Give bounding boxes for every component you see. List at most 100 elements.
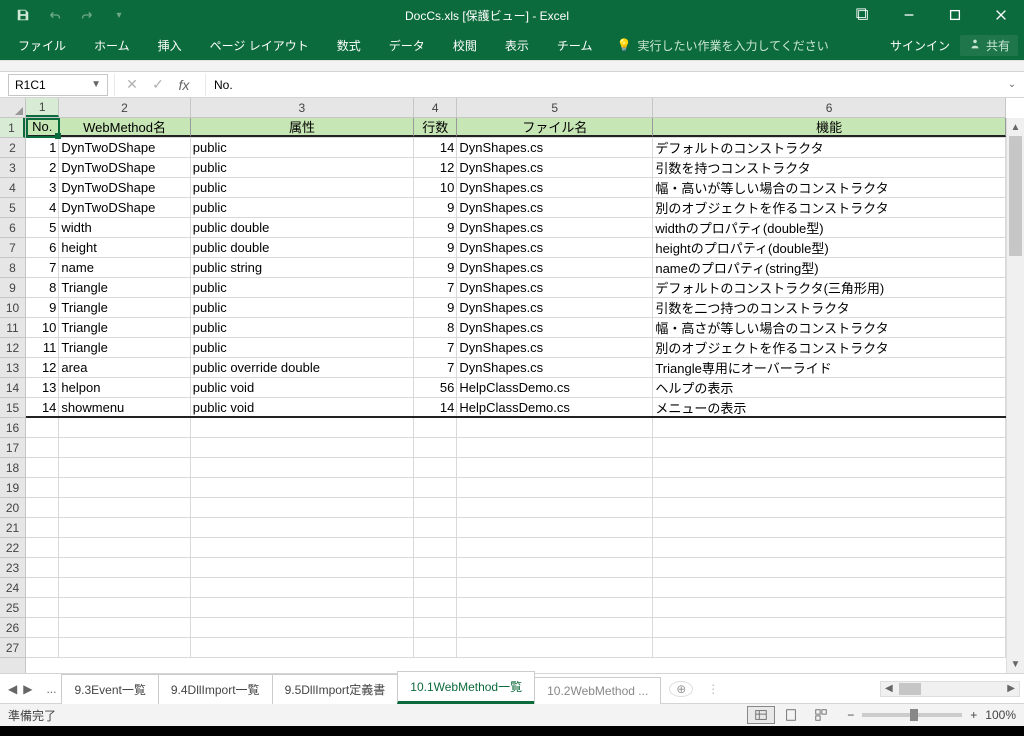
cell[interactable]: DynTwoDShape [59, 178, 190, 197]
cell[interactable] [59, 478, 190, 497]
sheet-nav[interactable]: ◀▶ [0, 682, 40, 696]
cell[interactable] [414, 498, 457, 517]
cell[interactable] [653, 478, 1006, 497]
cell[interactable]: WebMethod名 [59, 118, 190, 137]
cell[interactable] [191, 638, 414, 657]
cell[interactable]: 別のオブジェクトを作るコンストラクタ [653, 198, 1006, 217]
formula-expand-button[interactable]: ⌄ [1000, 79, 1024, 90]
cell[interactable]: 属性 [191, 118, 414, 137]
cell[interactable]: 7 [26, 258, 59, 277]
cell[interactable] [191, 518, 414, 537]
col-header[interactable]: 3 [191, 98, 414, 117]
row-header[interactable]: 2 [0, 138, 25, 158]
zoom-out-button[interactable]: − [847, 708, 854, 722]
cell[interactable] [59, 538, 190, 557]
cell[interactable]: 2 [26, 158, 59, 177]
cell[interactable] [26, 458, 59, 477]
close-button[interactable] [978, 0, 1024, 30]
cell[interactable]: Triangle [59, 338, 190, 357]
cell[interactable]: 14 [414, 398, 457, 416]
cell[interactable] [26, 418, 59, 437]
undo-button[interactable] [40, 0, 70, 30]
row-header[interactable]: 11 [0, 318, 25, 338]
cell[interactable]: Triangle専用にオーバーライド [653, 358, 1006, 377]
cell[interactable]: 幅・高いが等しい場合のコンストラクタ [653, 178, 1006, 197]
cell[interactable] [457, 578, 653, 597]
cell[interactable] [653, 638, 1006, 657]
cell[interactable]: 9 [414, 238, 457, 257]
sheet-tab[interactable]: 10.2WebMethod ... [534, 677, 661, 704]
cell[interactable] [59, 498, 190, 517]
scroll-down-button[interactable]: ▼ [1007, 655, 1024, 673]
tab-formula[interactable]: 数式 [325, 31, 373, 60]
col-header[interactable]: 6 [653, 98, 1006, 117]
tab-data[interactable]: データ [377, 31, 437, 60]
row-header[interactable]: 24 [0, 578, 25, 598]
cell[interactable]: 12 [414, 158, 457, 177]
cell[interactable]: name [59, 258, 190, 277]
cell[interactable] [414, 458, 457, 477]
cell[interactable] [414, 638, 457, 657]
cell[interactable] [26, 618, 59, 637]
cell[interactable]: 9 [414, 218, 457, 237]
cell[interactable] [414, 518, 457, 537]
row-header[interactable]: 20 [0, 498, 25, 518]
cell[interactable] [414, 438, 457, 457]
row-header[interactable]: 26 [0, 618, 25, 638]
cell[interactable]: 7 [414, 358, 457, 377]
signin-link[interactable]: サインイン [890, 37, 950, 54]
cell[interactable] [59, 558, 190, 577]
cell[interactable]: ヘルプの表示 [653, 378, 1006, 397]
name-box[interactable]: ▼ [8, 74, 108, 96]
tab-file[interactable]: ファイル [6, 31, 78, 60]
cell[interactable] [457, 598, 653, 617]
cell[interactable] [653, 558, 1006, 577]
name-box-input[interactable] [15, 78, 75, 92]
cell[interactable] [26, 598, 59, 617]
row-header[interactable]: 10 [0, 298, 25, 318]
cell[interactable] [653, 418, 1006, 437]
cell[interactable]: DynShapes.cs [457, 278, 653, 297]
cell[interactable] [414, 538, 457, 557]
cell[interactable]: DynShapes.cs [457, 158, 653, 177]
cell[interactable] [457, 538, 653, 557]
save-button[interactable] [8, 0, 38, 30]
cell[interactable] [653, 438, 1006, 457]
cell[interactable] [26, 638, 59, 657]
zoom-slider-knob[interactable] [910, 709, 918, 721]
cells-area[interactable]: No.WebMethod名属性行数ファイル名機能1DynTwoDShapepub… [26, 118, 1006, 673]
cell[interactable]: public [191, 338, 414, 357]
cell[interactable]: 3 [26, 178, 59, 197]
cell[interactable]: DynShapes.cs [457, 198, 653, 217]
cell[interactable] [457, 478, 653, 497]
cell[interactable]: widthのプロパティ(double型) [653, 218, 1006, 237]
cell[interactable]: Triangle [59, 278, 190, 297]
cell[interactable] [26, 578, 59, 597]
cell[interactable] [59, 518, 190, 537]
select-all-corner[interactable] [0, 98, 26, 118]
view-pagebreak-button[interactable] [807, 706, 835, 724]
cell[interactable]: HelpClassDemo.cs [457, 398, 653, 416]
sheet-tab[interactable]: 9.5DllImport定義書 [272, 674, 399, 704]
cell[interactable]: public [191, 198, 414, 217]
cell[interactable] [191, 538, 414, 557]
maximize-button[interactable] [932, 0, 978, 30]
cell[interactable]: 56 [414, 378, 457, 397]
row-header[interactable]: 17 [0, 438, 25, 458]
sheet-nav-more[interactable]: ... [40, 682, 62, 696]
row-header[interactable]: 9 [0, 278, 25, 298]
cell[interactable]: 10 [414, 178, 457, 197]
cell[interactable]: 13 [26, 378, 59, 397]
col-header[interactable]: 1 [26, 98, 59, 117]
cell[interactable] [191, 478, 414, 497]
row-header[interactable]: 4 [0, 178, 25, 198]
col-header[interactable]: 5 [457, 98, 653, 117]
row-header[interactable]: 6 [0, 218, 25, 238]
col-header[interactable]: 2 [59, 98, 190, 117]
cell[interactable] [457, 438, 653, 457]
cell[interactable] [59, 418, 190, 437]
cell[interactable]: public [191, 138, 414, 157]
cell[interactable]: DynShapes.cs [457, 258, 653, 277]
cell[interactable]: public string [191, 258, 414, 277]
cell[interactable] [191, 618, 414, 637]
